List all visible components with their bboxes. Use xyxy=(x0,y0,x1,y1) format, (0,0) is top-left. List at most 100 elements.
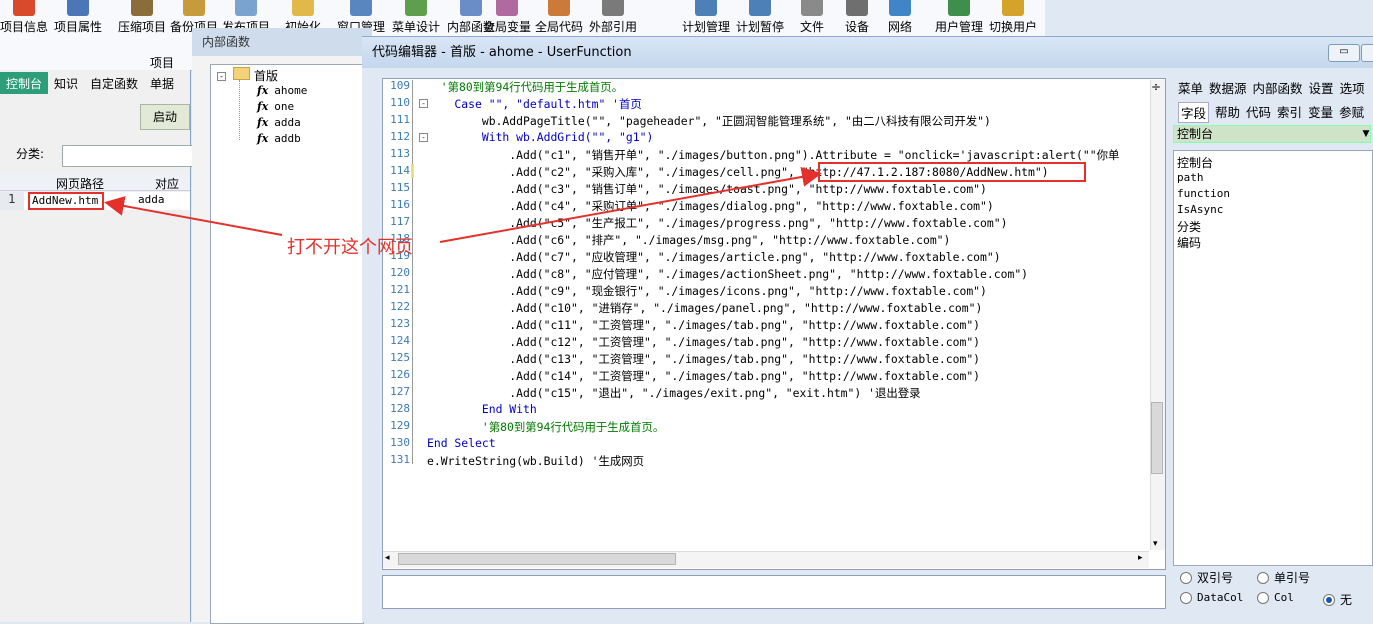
code-line[interactable]: .Add("c6", "排产", "./images/msg.png", "ht… xyxy=(427,232,950,248)
code-line[interactable]: .Add("c7", "应收管理", "./images/article.png… xyxy=(427,249,1000,265)
tab-help[interactable]: 帮助 xyxy=(1215,102,1240,123)
tree-function-item[interactable]: fx adda xyxy=(257,116,301,129)
ribbon-button-icon xyxy=(948,0,970,16)
radio-single-quote[interactable]: 单引号 xyxy=(1257,569,1310,586)
vertical-scroll-thumb[interactable] xyxy=(1151,402,1163,474)
ribbon-button[interactable]: 用户管理 xyxy=(935,0,983,40)
tab-options[interactable]: 选项 xyxy=(1340,78,1365,97)
code-line[interactable]: e.WriteString(wb.Build) '生成网页 xyxy=(427,453,644,469)
radio-col[interactable]: Col xyxy=(1257,591,1294,604)
line-number: 128 xyxy=(390,402,410,415)
scroll-right-icon[interactable]: ▸ xyxy=(1138,553,1143,563)
horizontal-scroll-thumb[interactable] xyxy=(398,553,676,565)
code-line[interactable]: .Add("c12", "工资管理", "./images/tab.png", … xyxy=(427,334,980,350)
code-line[interactable]: '第80到第94行代码用于生成首页。 xyxy=(427,79,623,95)
ribbon-button[interactable]: 设备 xyxy=(845,0,869,40)
code-line[interactable]: .Add("c15", "退出", "./images/exit.png", "… xyxy=(427,385,920,401)
ribbon-button[interactable]: 外部引用 xyxy=(589,0,637,40)
tab-params[interactable]: 参赋 xyxy=(1339,102,1364,123)
tab-index[interactable]: 索引 xyxy=(1277,102,1302,123)
code-line[interactable]: wb.AddPageTitle("", "pageheader", "正圆润智能… xyxy=(427,113,991,129)
code-line[interactable]: .Add("c5", "生产报工", "./images/progress.pn… xyxy=(427,215,1007,231)
code-line[interactable]: .Add("c8", "应付管理", "./images/actionSheet… xyxy=(427,266,1028,282)
code-line[interactable]: End Select xyxy=(427,436,496,450)
list-item[interactable]: function xyxy=(1177,187,1230,200)
code-line[interactable]: .Add("c1", "销售开单", "./images/button.png"… xyxy=(427,147,1119,163)
tab-variables[interactable]: 变量 xyxy=(1308,102,1333,123)
code-line[interactable]: .Add("c10", "进销存", "./images/panel.png",… xyxy=(427,300,982,316)
tree-function-item[interactable]: fx addb xyxy=(257,132,301,145)
tab-datasource[interactable]: 数据源 xyxy=(1209,78,1247,97)
line-number: 114 xyxy=(390,164,410,177)
table-select[interactable]: 控制台 xyxy=(1173,125,1371,143)
code-line[interactable]: .Add("c9", "现金银行", "./images/icons.png",… xyxy=(427,283,987,299)
grid-header-path[interactable]: 网页路径 xyxy=(56,175,104,192)
function-icon: fx xyxy=(257,132,269,145)
ribbon-button[interactable]: 网络 xyxy=(888,0,912,40)
radio-datacol[interactable]: DataCol xyxy=(1180,591,1243,604)
code-line[interactable]: .Add("c11", "工资管理", "./images/tab.png", … xyxy=(427,317,980,333)
ribbon-button[interactable]: 文件 xyxy=(800,0,824,40)
code-line[interactable]: .Add("c3", "销售订单", "./images/toast.png",… xyxy=(427,181,987,197)
start-button[interactable]: 启动 xyxy=(140,104,190,130)
minimize-button[interactable]: ▭ xyxy=(1328,44,1360,62)
line-number: 126 xyxy=(390,368,410,381)
list-item[interactable]: IsAsync xyxy=(1177,203,1223,216)
ribbon-button[interactable]: 压缩项目 xyxy=(118,0,166,40)
annotation-text: 打不开这个网页 xyxy=(287,237,413,258)
radio-icon xyxy=(1257,571,1269,584)
radio-none[interactable]: 无 xyxy=(1323,591,1352,608)
cell-web-path[interactable]: AddNew.htm xyxy=(28,192,104,210)
list-item[interactable]: path xyxy=(1177,171,1204,184)
tab-menu[interactable]: 菜单 xyxy=(1178,78,1203,97)
tree-function-item[interactable]: fx ahome xyxy=(257,84,307,97)
tab-code[interactable]: 代码 xyxy=(1246,102,1271,123)
ribbon-button-icon xyxy=(602,0,624,16)
ribbon-button[interactable]: 项目属性 xyxy=(54,0,102,40)
code-line[interactable]: '第80到第94行代码用于生成首页。 xyxy=(427,419,664,435)
tab-console[interactable]: 控制台 xyxy=(0,72,49,94)
code-line[interactable]: .Add("c4", "采购订单", "./images/dialog.png"… xyxy=(427,198,993,214)
ribbon-button[interactable]: 全局变量 xyxy=(483,0,531,40)
line-number: 131 xyxy=(390,453,410,466)
tab-documents[interactable]: 单据 xyxy=(144,72,180,94)
scroll-down-icon[interactable]: ▾ xyxy=(1153,539,1158,549)
grid-header: 网页路径 对应函 xyxy=(0,174,190,208)
code-line[interactable]: .Add("c14", "工资管理", "./images/tab.png", … xyxy=(427,368,980,384)
code-line[interactable]: .Add("c13", "工资管理", "./images/tab.png", … xyxy=(427,351,980,367)
scroll-left-icon[interactable]: ◂ xyxy=(385,553,390,563)
tree-root[interactable]: 首版 xyxy=(254,67,278,84)
vertical-scrollbar[interactable] xyxy=(1150,80,1165,550)
cell-function[interactable]: adda xyxy=(138,193,165,206)
tab-custom-functions[interactable]: 自定函数 xyxy=(84,72,144,94)
line-number: 113 xyxy=(390,147,410,160)
tab-settings[interactable]: 设置 xyxy=(1309,78,1334,97)
ribbon-button[interactable]: 菜单设计 xyxy=(392,0,440,40)
list-item[interactable]: 编码 xyxy=(1177,234,1201,251)
category-input[interactable] xyxy=(62,145,194,167)
list-item[interactable]: 分类 xyxy=(1177,218,1201,235)
list-item[interactable]: 控制台 xyxy=(1177,154,1213,171)
output-textbox[interactable] xyxy=(382,575,1166,609)
tab-fields[interactable]: 字段 xyxy=(1178,102,1210,123)
ribbon-button-icon xyxy=(460,0,482,16)
ribbon-button[interactable]: 切换用户 xyxy=(989,0,1037,40)
radio-icon xyxy=(1180,591,1192,604)
ribbon-button[interactable]: 计划暂停 xyxy=(736,0,784,40)
radio-double-quote[interactable]: 双引号 xyxy=(1180,569,1233,586)
code-line[interactable]: Case "", "default.htm" '首页 xyxy=(427,96,641,112)
line-number: 110 xyxy=(390,96,410,109)
tree-expander-icon[interactable]: - xyxy=(217,69,226,82)
tab-knowledge[interactable]: 知识 xyxy=(48,72,84,94)
tab-internal-functions[interactable]: 内部函数 xyxy=(1253,78,1303,97)
chevron-down-icon[interactable]: ▼ xyxy=(1360,125,1372,143)
split-icon[interactable]: ÷ xyxy=(1151,80,1161,94)
maximize-button[interactable] xyxy=(1361,44,1373,62)
code-line[interactable]: With wb.AddGrid("", "g1") xyxy=(427,130,653,144)
ribbon-button[interactable]: 计划管理 xyxy=(682,0,730,40)
code-line[interactable]: End With xyxy=(427,402,537,416)
ribbon-button[interactable]: 全局代码 xyxy=(535,0,583,40)
ribbon-button[interactable]: 项目信息 xyxy=(0,0,48,40)
tree-function-item[interactable]: fx one xyxy=(257,100,294,113)
row-number: 1 xyxy=(0,192,24,210)
